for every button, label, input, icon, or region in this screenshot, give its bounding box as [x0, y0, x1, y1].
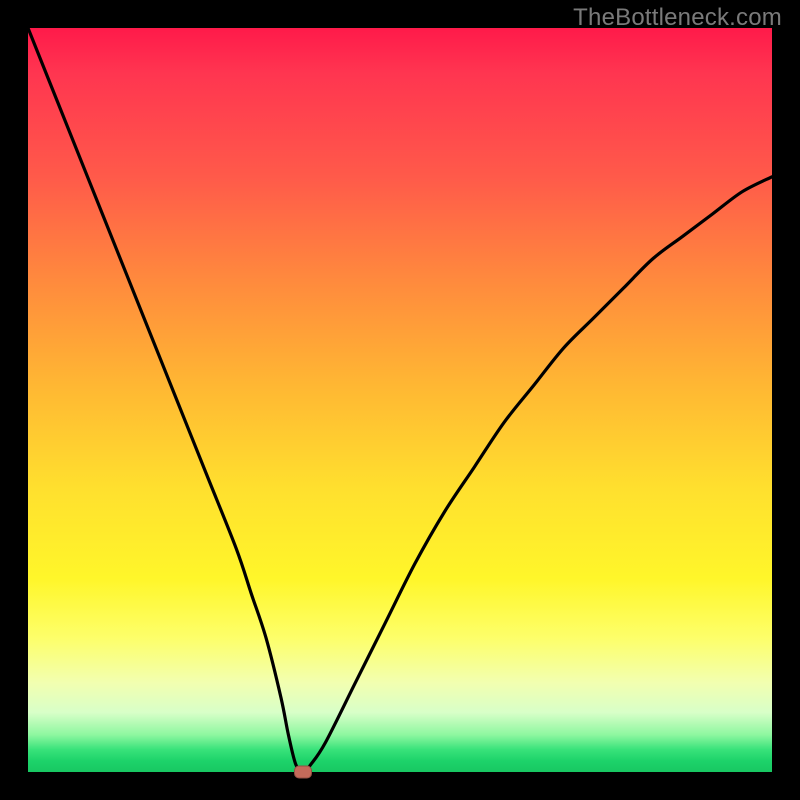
bottleneck-curve: [28, 28, 772, 772]
optimal-marker: [294, 766, 312, 779]
chart-frame: TheBottleneck.com: [0, 0, 800, 800]
curve-path: [28, 28, 772, 772]
plot-area: [28, 28, 772, 772]
